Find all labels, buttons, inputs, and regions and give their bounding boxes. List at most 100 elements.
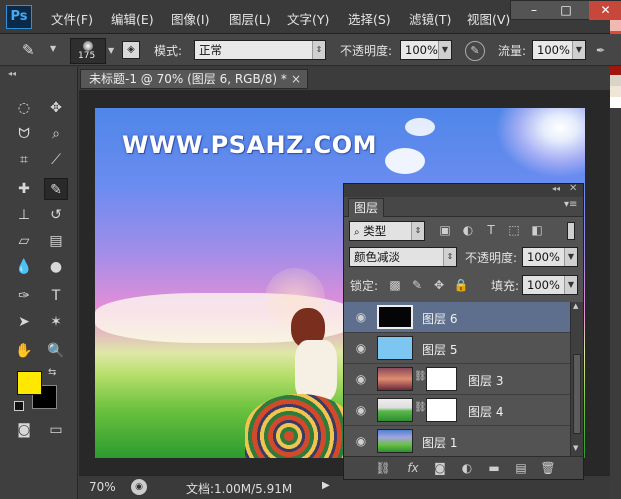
- layer-filter-dropdown[interactable]: ⌕ 类型 ⇕: [349, 221, 425, 241]
- panel-close-icon[interactable]: ✕: [569, 183, 577, 194]
- link-layers-icon[interactable]: ⛓: [374, 461, 392, 475]
- lock-position-icon[interactable]: ✥: [430, 278, 448, 292]
- trash-icon[interactable]: 🗑: [539, 461, 557, 475]
- visibility-eye-icon[interactable]: ◉: [352, 403, 370, 417]
- clone-stamp-icon[interactable]: ⊥: [12, 204, 36, 226]
- filter-type-icon[interactable]: T: [482, 223, 500, 237]
- tab-layers[interactable]: 图层: [348, 198, 384, 217]
- minimize-button[interactable]: –: [519, 1, 549, 20]
- menu-layer[interactable]: 图层(L): [229, 9, 271, 28]
- menu-file[interactable]: 文件(F): [51, 9, 93, 28]
- default-colors-icon[interactable]: [14, 401, 24, 411]
- chevron-down-icon[interactable]: ▼: [50, 44, 56, 53]
- adjustment-layer-icon[interactable]: ◐: [458, 461, 476, 475]
- fx-icon[interactable]: fx: [404, 461, 422, 475]
- new-group-icon[interactable]: ▬: [485, 461, 503, 475]
- scroll-thumb[interactable]: [573, 354, 581, 434]
- type-icon[interactable]: T: [44, 285, 68, 307]
- healing-brush-icon[interactable]: ✚: [12, 178, 36, 200]
- layer-row-6[interactable]: ◉ 图层 6: [344, 302, 570, 333]
- menu-select[interactable]: 选择(S): [348, 9, 391, 28]
- swap-colors-icon[interactable]: ⇆: [48, 367, 56, 378]
- chevron-down-icon[interactable]: ▼: [108, 46, 114, 55]
- brush-icon[interactable]: ✎: [44, 178, 68, 200]
- close-window-button[interactable]: ✕: [589, 1, 621, 20]
- menu-image[interactable]: 图像(I): [171, 9, 209, 28]
- lock-all-icon[interactable]: 🔒: [452, 278, 470, 292]
- panel-menu-icon[interactable]: ▾≡: [564, 199, 577, 210]
- layer-mask-thumbnail[interactable]: [426, 398, 457, 422]
- brush-tool-icon[interactable]: ✎: [22, 41, 35, 59]
- maximize-button[interactable]: □: [551, 1, 581, 20]
- opacity-field[interactable]: 100% ▼: [400, 40, 452, 60]
- scroll-down-icon[interactable]: ▼: [573, 444, 578, 452]
- color-swatch[interactable]: [610, 20, 621, 31]
- marquee-icon[interactable]: ◌: [12, 97, 36, 119]
- status-menu-arrow-icon[interactable]: ▶: [322, 480, 330, 491]
- hand-icon[interactable]: ✋: [12, 340, 36, 362]
- brush-preset-picker[interactable]: 175: [70, 38, 106, 64]
- screen-mode-icon[interactable]: ▭: [44, 419, 68, 441]
- visibility-eye-icon[interactable]: ◉: [352, 310, 370, 324]
- filter-smart-object-icon[interactable]: ◧: [528, 223, 546, 237]
- quick-mask-icon[interactable]: ◙: [12, 419, 36, 441]
- mode-dropdown[interactable]: 正常 ⇕: [194, 40, 326, 60]
- custom-shape-icon[interactable]: ✶: [44, 311, 68, 333]
- eyedropper-icon[interactable]: ⟋: [44, 149, 68, 171]
- blur-icon[interactable]: 💧: [12, 256, 36, 278]
- scroll-up-icon[interactable]: ▲: [573, 302, 578, 310]
- layers-scrollbar[interactable]: ▲ ▼: [570, 302, 583, 456]
- visibility-eye-icon[interactable]: ◉: [352, 434, 370, 448]
- layer-row-5[interactable]: ◉ 图层 5: [344, 333, 570, 364]
- zoom-icon[interactable]: 🔍: [44, 340, 68, 362]
- layer-name: 图层 1: [422, 436, 458, 450]
- fill-field[interactable]: 100% ▼: [522, 275, 578, 295]
- blend-mode-dropdown[interactable]: 颜色减淡 ⇕: [349, 247, 457, 267]
- panel-collapse-icon[interactable]: ◂◂: [552, 184, 560, 193]
- airbrush-icon[interactable]: ✒: [596, 41, 610, 61]
- link-chain-icon[interactable]: ⛓: [414, 402, 427, 413]
- eraser-icon[interactable]: ▱: [12, 230, 36, 252]
- dodge-icon[interactable]: ●: [44, 256, 68, 278]
- menu-edit[interactable]: 编辑(E): [111, 9, 154, 28]
- share-icon[interactable]: ◉: [131, 479, 147, 495]
- document-tab[interactable]: 未标题-1 @ 70% (图层 6, RGB/8) * ×: [80, 69, 308, 89]
- add-mask-icon[interactable]: ◙: [431, 461, 449, 475]
- lock-transparency-icon[interactable]: ▩: [386, 278, 404, 292]
- color-swatch[interactable]: [610, 75, 621, 86]
- color-swatch[interactable]: [610, 97, 621, 108]
- filter-toggle[interactable]: [567, 222, 575, 240]
- link-chain-icon[interactable]: ⛓: [414, 371, 427, 382]
- menu-filter[interactable]: 滤镜(T): [409, 9, 451, 28]
- zoom-level[interactable]: 70%: [89, 480, 116, 494]
- crop-icon[interactable]: ⌗: [12, 149, 36, 171]
- gradient-icon[interactable]: ▤: [44, 230, 68, 252]
- foreground-color-swatch[interactable]: [17, 371, 42, 395]
- layer-row-3[interactable]: ◉ ⛓ 图层 3: [344, 364, 570, 395]
- visibility-eye-icon[interactable]: ◉: [352, 372, 370, 386]
- lasso-icon[interactable]: ᗢ: [12, 123, 36, 145]
- menu-type[interactable]: 文字(Y): [287, 9, 329, 28]
- filter-adjustment-icon[interactable]: ◐: [459, 223, 477, 237]
- layer-row-1[interactable]: ◉ 图层 1: [344, 426, 570, 457]
- filter-shape-icon[interactable]: ⬚: [505, 223, 523, 237]
- pen-icon[interactable]: ✑: [12, 285, 36, 307]
- panel-collapse-icon[interactable]: ◂◂: [8, 69, 16, 78]
- visibility-eye-icon[interactable]: ◉: [352, 341, 370, 355]
- tablet-pressure-opacity-icon[interactable]: ✎: [465, 41, 485, 61]
- filter-pixel-icon[interactable]: ▣: [436, 223, 454, 237]
- path-select-icon[interactable]: ➤: [12, 311, 36, 333]
- layer-mask-thumbnail[interactable]: [426, 367, 457, 391]
- menu-view[interactable]: 视图(V): [467, 9, 510, 28]
- quick-select-icon[interactable]: ⌕: [44, 123, 68, 145]
- close-tab-icon[interactable]: ×: [291, 70, 301, 88]
- new-layer-icon[interactable]: ▤: [512, 461, 530, 475]
- lock-pixels-icon[interactable]: ✎: [408, 278, 426, 292]
- layer-opacity-field[interactable]: 100% ▼: [522, 247, 578, 267]
- history-brush-icon[interactable]: ↺: [44, 204, 68, 226]
- layer-row-4[interactable]: ◉ ⛓ 图层 4: [344, 395, 570, 426]
- brush-panel-toggle-icon[interactable]: ◈: [122, 41, 140, 59]
- flow-field[interactable]: 100% ▼: [532, 40, 586, 60]
- move-icon[interactable]: ✥: [44, 97, 68, 119]
- color-swatch[interactable]: [610, 86, 621, 97]
